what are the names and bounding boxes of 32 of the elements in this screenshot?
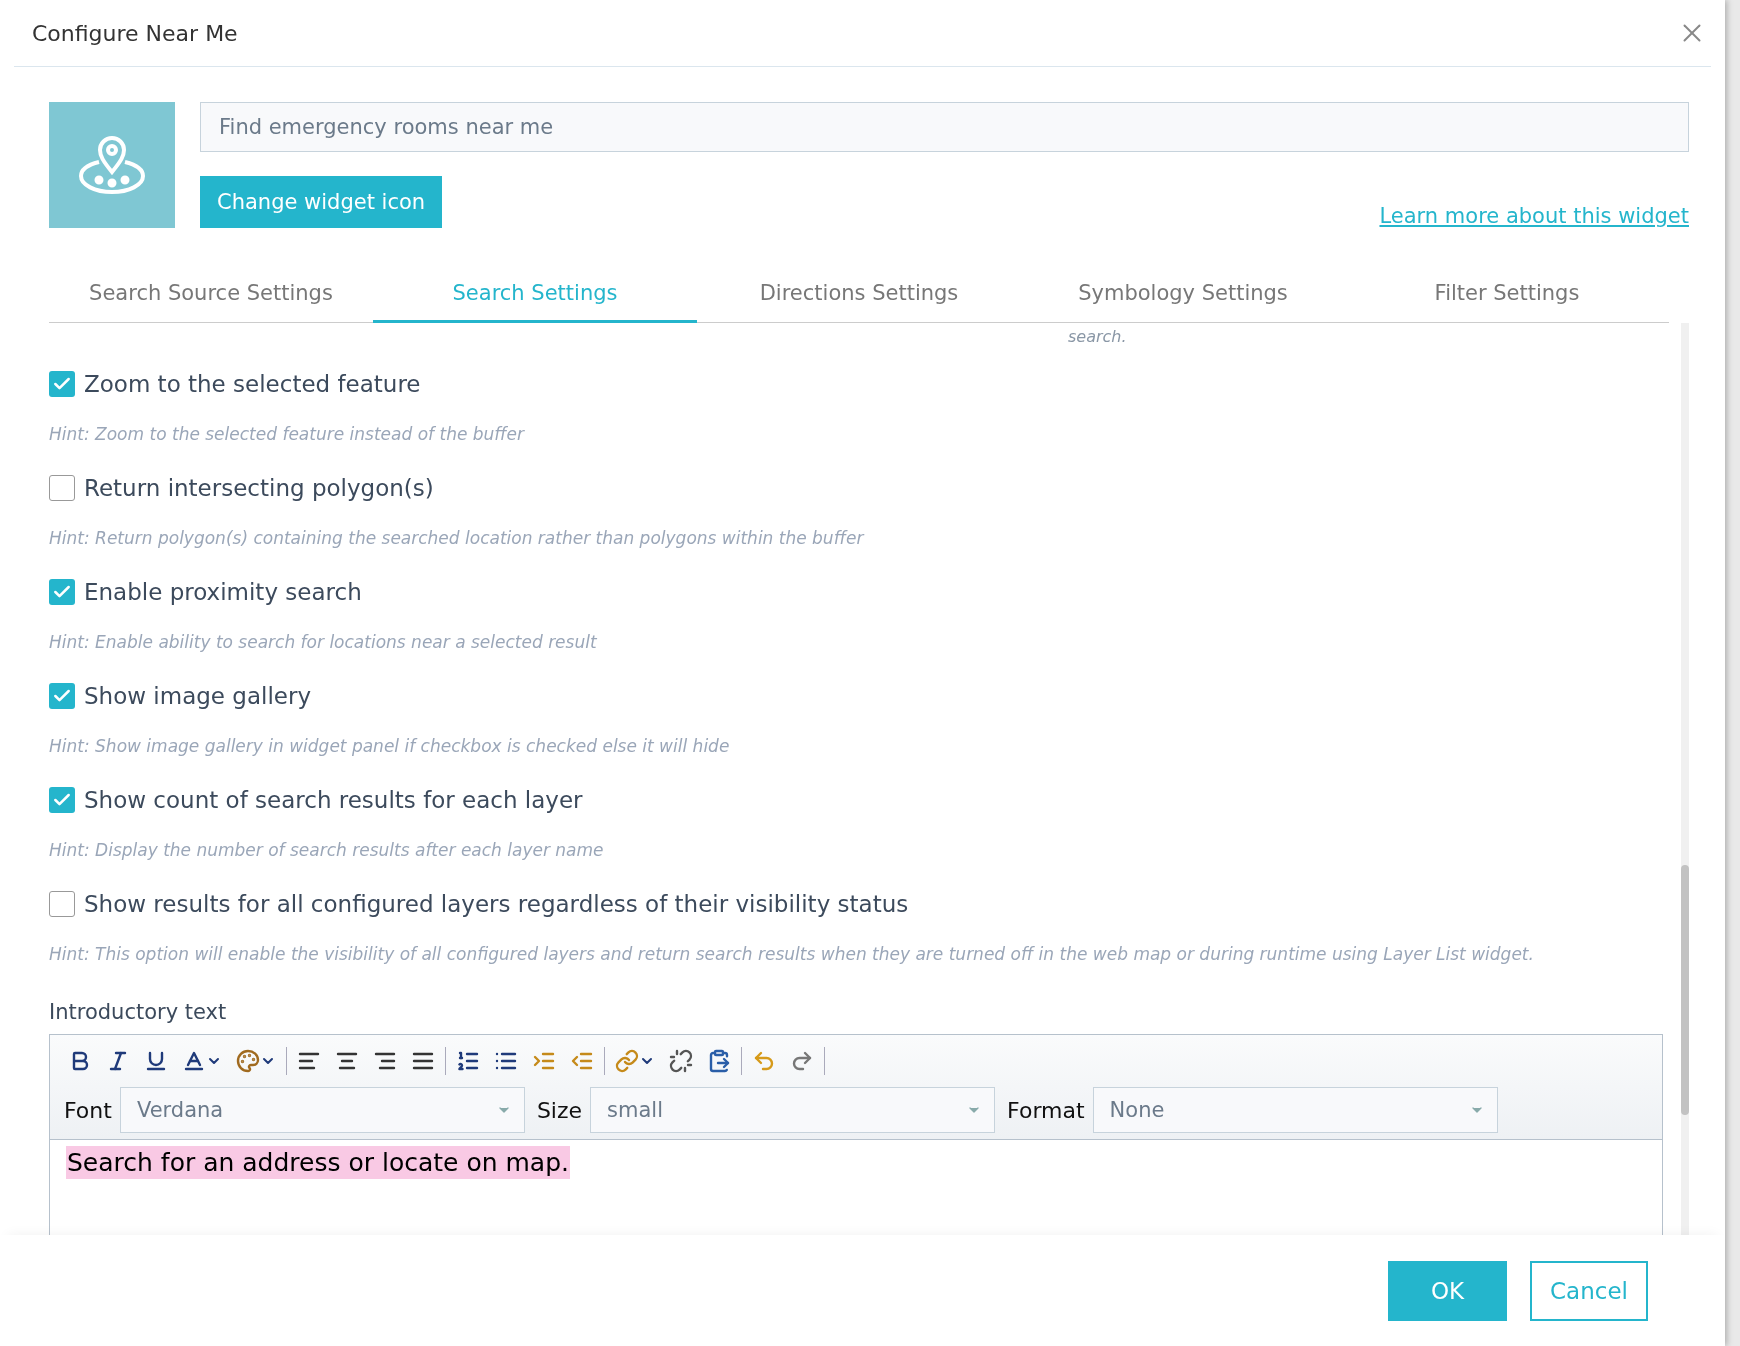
select-label: Format [1007,1097,1085,1123]
dialog-title: Configure Near Me [31,20,238,46]
clipped-text: search. [1068,327,1127,346]
dropdown[interactable]: None [1092,1087,1498,1133]
option-label: Show image gallery [84,683,311,709]
ok-button[interactable]: OK [1388,1260,1507,1321]
settings-tab[interactable]: Search Settings [373,266,697,323]
hint-text: Hint: This option will enable the visibility of all configured layers and return search results when they are turned off in the web map or during runtime using Layer List widget. [49,944,1535,964]
settings-tab[interactable]: Symbology Settings [1021,266,1345,323]
change-icon-button[interactable]: Change widget icon [200,176,443,228]
hint-text: Hint: Zoom to the selected feature instead of the buffer [49,424,526,444]
settings-tab[interactable]: Search Source Settings [49,266,373,323]
settings-tab[interactable]: Filter Settings [1345,266,1669,323]
editor-text: Search for an address or locate on map. [66,1146,570,1179]
learn-more-link[interactable]: Learn more about this widget [1379,204,1689,228]
select-label: Size [536,1097,583,1123]
option-label: Enable proximity search [84,579,362,605]
field-label: Introductory text [49,1000,228,1024]
widget-label-field[interactable]: Find emergency rooms near me [200,102,1689,152]
hint-text: Hint: Display the number of search results after each layer name [49,840,605,860]
option-label: Show results for all configured layers regardless of their visibility status [84,891,909,917]
hint-text: Hint: Enable ability to search for locations near a selected result [49,632,598,652]
option-label: Return intersecting polygon(s) [84,475,434,501]
option-label: Zoom to the selected feature [84,371,421,397]
hint-text: Hint: Return polygon(s) containing the searched location rather than polygons within the buffer [49,528,866,548]
hint-text: Hint: Show image gallery in widget panel if checkbox is checked else it will hide [49,736,731,756]
select-label: Font [64,1097,112,1123]
dropdown[interactable]: Verdana [119,1087,525,1133]
dropdown[interactable]: small [590,1087,996,1133]
cancel-button[interactable]: Cancel [1530,1260,1648,1321]
option-label: Show count of search results for each layer [84,787,583,813]
settings-tab[interactable]: Directions Settings [697,266,1021,323]
